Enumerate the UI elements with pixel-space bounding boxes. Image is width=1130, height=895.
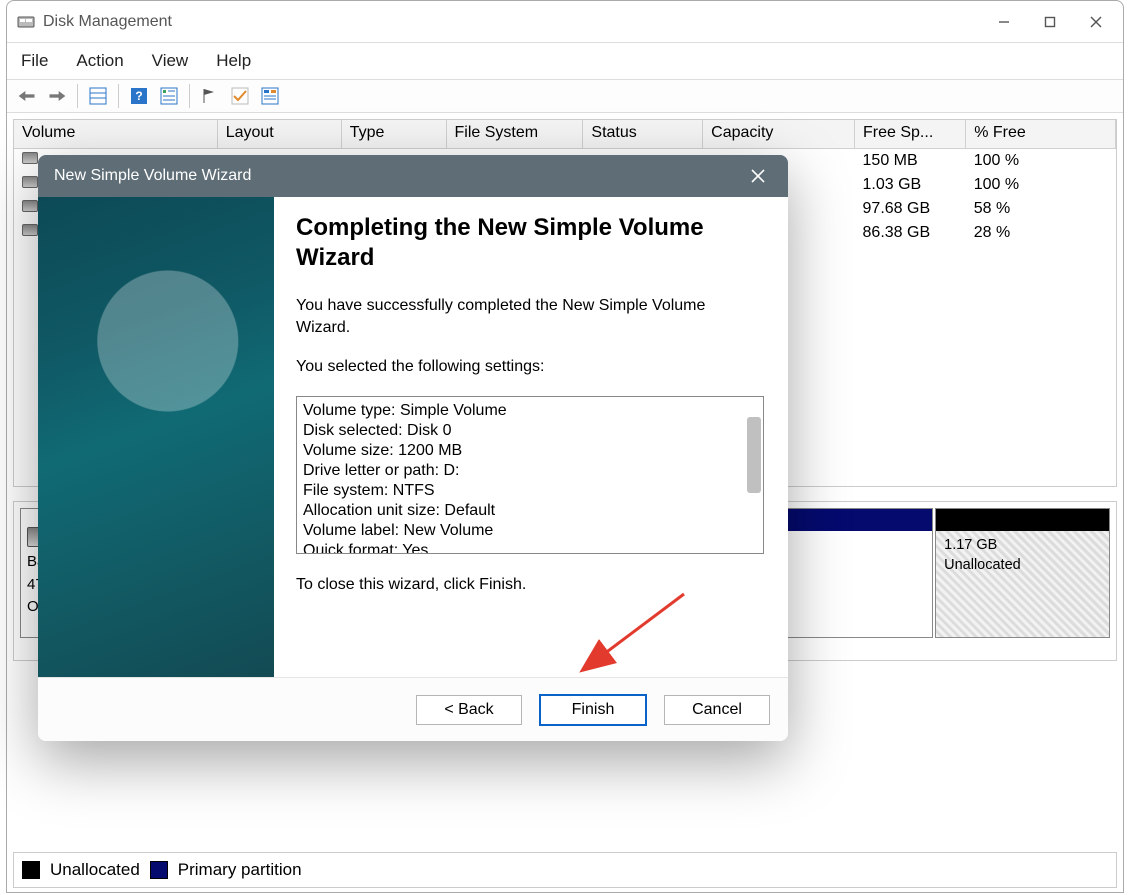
col-volume[interactable]: Volume	[14, 120, 217, 149]
tb-props-icon[interactable]	[258, 84, 282, 108]
tb-flag-icon[interactable]	[198, 84, 222, 108]
partition-color-bar	[936, 509, 1109, 531]
col-status[interactable]: Status	[583, 120, 703, 149]
wizard-close-hint: To close this wizard, click Finish.	[296, 574, 764, 596]
col-capacity[interactable]: Capacity	[703, 120, 855, 149]
partition-unallocated[interactable]: 1.17 GB Unallocated	[935, 508, 1110, 638]
tb-check-icon[interactable]	[228, 84, 252, 108]
legend-swatch-primary	[150, 861, 168, 879]
legend: Unallocated Primary partition	[13, 852, 1117, 888]
tb-list-icon[interactable]	[157, 84, 181, 108]
menu-help[interactable]: Help	[216, 51, 251, 71]
volume-icon	[22, 152, 38, 164]
table-header-row: Volume Layout Type File System Status Ca…	[14, 120, 1116, 149]
window-titlebar: Disk Management	[7, 1, 1123, 43]
volume-icon	[22, 224, 38, 236]
col-layout[interactable]: Layout	[217, 120, 341, 149]
col-type[interactable]: Type	[341, 120, 446, 149]
wizard-titlebar: New Simple Volume Wizard	[38, 155, 788, 197]
cell-free: 86.38 GB	[855, 221, 966, 245]
cell-pct: 58 %	[966, 197, 1116, 221]
nav-back-button[interactable]	[15, 84, 39, 108]
window-title: Disk Management	[43, 13, 981, 31]
partition-line: Unallocated	[944, 557, 1021, 573]
menu-action[interactable]: Action	[76, 51, 123, 71]
minimize-button[interactable]	[981, 6, 1027, 38]
app-icon	[17, 13, 35, 31]
settings-line: Quick format: Yes	[303, 541, 757, 554]
settings-line: Volume size: 1200 MB	[303, 441, 757, 461]
menu-view[interactable]: View	[152, 51, 189, 71]
finish-button[interactable]: Finish	[540, 695, 646, 725]
wizard-settings-box[interactable]: Volume type: Simple VolumeDisk selected:…	[296, 396, 764, 554]
maximize-button[interactable]	[1027, 6, 1073, 38]
new-volume-wizard: New Simple Volume Wizard Completing the …	[38, 155, 788, 741]
settings-line: Allocation unit size: Default	[303, 501, 757, 521]
legend-label: Primary partition	[178, 860, 302, 880]
wizard-settings-label: You selected the following settings:	[296, 356, 764, 378]
volume-icon	[22, 200, 38, 212]
wizard-footer: < Back Finish Cancel	[38, 677, 788, 741]
cell-free: 1.03 GB	[855, 173, 966, 197]
settings-line: File system: NTFS	[303, 481, 757, 501]
toolbar-separator	[189, 84, 190, 108]
wizard-heading: Completing the New Simple Volume Wizard	[296, 213, 764, 273]
annotation-arrow	[574, 589, 694, 679]
settings-line: Volume type: Simple Volume	[303, 401, 757, 421]
wizard-side-art	[38, 197, 274, 677]
cell-pct: 100 %	[966, 173, 1116, 197]
wizard-title: New Simple Volume Wizard	[54, 167, 738, 185]
col-pct[interactable]: % Free	[966, 120, 1116, 149]
settings-line: Volume label: New Volume	[303, 521, 757, 541]
toolbar-separator	[77, 84, 78, 108]
cell-free: 97.68 GB	[855, 197, 966, 221]
toolbar: ?	[7, 79, 1123, 113]
wizard-content: Completing the New Simple Volume Wizard …	[274, 197, 788, 677]
menubar: File Action View Help	[7, 43, 1123, 79]
tb-help-icon[interactable]: ?	[127, 84, 151, 108]
settings-line: Disk selected: Disk 0	[303, 421, 757, 441]
partition-line: 1.17 GB	[944, 537, 997, 553]
wizard-intro: You have successfully completed the New …	[296, 295, 764, 338]
legend-label: Unallocated	[50, 860, 140, 880]
back-button[interactable]: < Back	[416, 695, 522, 725]
legend-swatch-unallocated	[22, 861, 40, 879]
svg-text:?: ?	[135, 89, 142, 103]
window-close-button[interactable]	[1073, 6, 1119, 38]
cell-free: 150 MB	[855, 149, 966, 174]
settings-line: Drive letter or path: D:	[303, 461, 757, 481]
cancel-button[interactable]: Cancel	[664, 695, 770, 725]
col-free[interactable]: Free Sp...	[855, 120, 966, 149]
col-fs[interactable]: File System	[446, 120, 583, 149]
scrollbar-thumb[interactable]	[747, 417, 761, 493]
cell-pct: 100 %	[966, 149, 1116, 174]
volume-icon	[22, 176, 38, 188]
cell-pct: 28 %	[966, 221, 1116, 245]
nav-forward-button[interactable]	[45, 84, 69, 108]
wizard-close-button[interactable]	[738, 160, 778, 192]
toolbar-separator	[118, 84, 119, 108]
menu-file[interactable]: File	[21, 51, 48, 71]
tb-grid-icon[interactable]	[86, 84, 110, 108]
